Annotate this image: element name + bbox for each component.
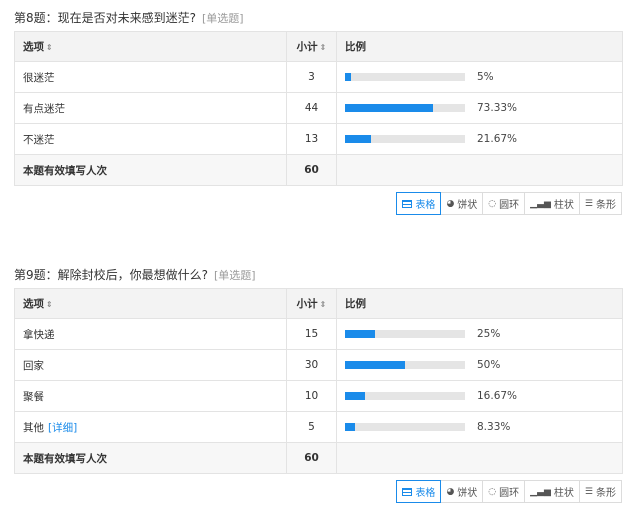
column-view-button[interactable]: ▁▃▅ 柱状 <box>525 192 580 215</box>
option-label: 拿快递 <box>14 318 287 350</box>
bar-view-button[interactable]: ☰ 条形 <box>579 192 622 215</box>
chart-type-toolbar: 表格 ◕ 饼状 ◌ 圆环 ▁▃▅ 柱状 ☰ 条形 <box>396 480 622 503</box>
ratio-bar <box>345 330 465 338</box>
stats-table: 选项 ⇕ 小计 ⇕ 比例 很迷茫 3 5% 有点迷茫 44 73.33% 不迷茫 1… <box>14 31 623 186</box>
option-label: 有点迷茫 <box>14 92 287 124</box>
table-row: 其他 [详细] 5 8.33% <box>14 411 623 443</box>
sort-icon[interactable]: ⇕ <box>46 300 53 309</box>
option-label: 不迷茫 <box>14 123 287 155</box>
ring-view-button[interactable]: ◌ 圆环 <box>483 192 526 215</box>
total-row: 本题有效填写人次 60 <box>14 442 623 474</box>
sort-icon[interactable]: ⇕ <box>46 43 53 52</box>
stats-table: 选项 ⇕ 小计 ⇕ 比例 拿快递 15 25% 回家 30 50% 聚餐 10 16… <box>14 288 623 474</box>
ratio-percent: 8.33% <box>477 421 511 433</box>
question-text: 第8题：现在是否对未来感到迷茫? <box>14 11 197 25</box>
column-chart-icon: ▁▃▅ <box>530 486 551 497</box>
column-chart-icon: ▁▃▅ <box>530 198 551 209</box>
question-title: 第9题：解除封校后，你最想做什么? [单选题] <box>14 266 256 283</box>
total-count: 60 <box>286 442 337 474</box>
table-icon <box>402 487 413 496</box>
ratio-bar-fill <box>345 73 351 81</box>
option-label: 聚餐 <box>14 380 287 412</box>
chart-type-toolbar: 表格 ◕ 饼状 ◌ 圆环 ▁▃▅ 柱状 ☰ 条形 <box>396 192 622 215</box>
table-icon <box>402 199 413 208</box>
total-row: 本题有效填写人次 60 <box>14 154 623 186</box>
ratio-percent: 21.67% <box>477 133 518 145</box>
bar-view-button[interactable]: ☰ 条形 <box>579 480 622 503</box>
count-header[interactable]: 小计 ⇕ <box>286 288 337 319</box>
table-header-row: 选项 ⇕ 小计 ⇕ 比例 <box>14 288 623 319</box>
ratio-bar-fill <box>345 104 433 112</box>
detail-link[interactable]: [详细] <box>48 422 77 434</box>
table-row: 很迷茫 3 5% <box>14 61 623 93</box>
ratio-bar <box>345 392 465 400</box>
table-view-button[interactable]: 表格 <box>396 480 442 503</box>
ratio-bar <box>345 73 465 81</box>
ratio-bar-fill <box>345 423 355 431</box>
ratio-bar <box>345 361 465 369</box>
count-value: 10 <box>286 380 337 412</box>
total-count: 60 <box>286 154 337 186</box>
question-text: 第9题：解除封校后，你最想做什么? <box>14 268 209 282</box>
count-header[interactable]: 小计 ⇕ <box>286 31 337 62</box>
table-header-row: 选项 ⇕ 小计 ⇕ 比例 <box>14 31 623 62</box>
table-row: 有点迷茫 44 73.33% <box>14 92 623 124</box>
option-header[interactable]: 选项 ⇕ <box>14 288 287 319</box>
bar-chart-icon: ☰ <box>584 486 593 497</box>
ratio-percent: 73.33% <box>477 102 518 114</box>
question-type: [单选题] <box>202 12 244 25</box>
ratio-header: 比例 <box>336 288 623 319</box>
ratio-bar-fill <box>345 361 405 369</box>
table-row: 拿快递 15 25% <box>14 318 623 350</box>
ratio-bar <box>345 423 465 431</box>
question-type: [单选题] <box>214 269 256 282</box>
pie-view-button[interactable]: ◕ 饼状 <box>441 192 484 215</box>
table-row: 聚餐 10 16.67% <box>14 380 623 412</box>
option-label: 很迷茫 <box>14 61 287 93</box>
pie-view-button[interactable]: ◕ 饼状 <box>441 480 484 503</box>
total-label: 本题有效填写人次 <box>14 442 287 474</box>
pie-icon: ◕ <box>446 198 455 209</box>
ratio-bar-fill <box>345 135 371 143</box>
bar-chart-icon: ☰ <box>584 198 593 209</box>
ring-view-button[interactable]: ◌ 圆环 <box>483 480 526 503</box>
count-value: 3 <box>286 61 337 93</box>
pie-icon: ◕ <box>446 486 455 497</box>
ratio-bar <box>345 104 465 112</box>
table-row: 不迷茫 13 21.67% <box>14 123 623 155</box>
option-label: 回家 <box>14 349 287 381</box>
count-value: 30 <box>286 349 337 381</box>
ratio-percent: 50% <box>477 359 501 371</box>
ratio-bar-fill <box>345 392 365 400</box>
question-title: 第8题：现在是否对未来感到迷茫? [单选题] <box>14 9 244 26</box>
column-view-button[interactable]: ▁▃▅ 柱状 <box>525 480 580 503</box>
ratio-percent: 25% <box>477 328 501 340</box>
ratio-percent: 16.67% <box>477 390 518 402</box>
count-value: 13 <box>286 123 337 155</box>
table-row: 回家 30 50% <box>14 349 623 381</box>
total-label: 本题有效填写人次 <box>14 154 287 186</box>
table-view-button[interactable]: 表格 <box>396 192 442 215</box>
sort-icon[interactable]: ⇕ <box>320 43 327 52</box>
count-value: 15 <box>286 318 337 350</box>
sort-icon[interactable]: ⇕ <box>320 300 327 309</box>
ratio-bar <box>345 135 465 143</box>
ratio-percent: 5% <box>477 71 494 83</box>
count-value: 44 <box>286 92 337 124</box>
option-label: 其他 [详细] <box>14 411 287 443</box>
ratio-header: 比例 <box>336 31 623 62</box>
option-header[interactable]: 选项 ⇕ <box>14 31 287 62</box>
ratio-bar-fill <box>345 330 375 338</box>
ring-icon: ◌ <box>488 198 497 209</box>
ring-icon: ◌ <box>488 486 497 497</box>
count-value: 5 <box>286 411 337 443</box>
